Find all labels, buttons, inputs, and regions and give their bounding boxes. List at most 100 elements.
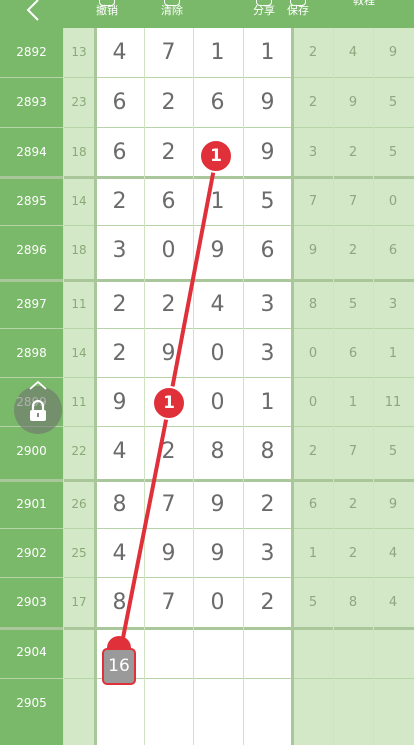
stat-cell	[373, 679, 413, 728]
stat-cell: 6	[308, 497, 318, 512]
trend-grid: 2892 13 4 7 1 1 2 4 9 2893 23 6 2 6 9 2 9 5 2894 18 6 2 9 3 2 5 28…	[0, 28, 414, 745]
undo-button[interactable]: 撤销	[77, 0, 137, 28]
digit-cell[interactable]: 8	[243, 427, 292, 476]
period-number: 2897	[16, 297, 47, 311]
column-divider	[243, 28, 244, 745]
digit-cell[interactable]: 4	[193, 280, 242, 329]
digit-cell[interactable]	[144, 628, 193, 677]
digit-cell[interactable]: 2	[144, 128, 193, 177]
digit-cell[interactable]: 1	[193, 177, 242, 226]
digit-cell[interactable]: 0	[193, 378, 242, 427]
digit-cell[interactable]: 1	[193, 28, 242, 77]
digit-cell[interactable]: 2	[243, 480, 292, 529]
digit-cell[interactable]	[95, 679, 144, 728]
digit-cell[interactable]: 3	[243, 329, 292, 378]
digit-cell[interactable]: 6	[144, 177, 193, 226]
stat-cell: 2	[348, 145, 358, 160]
digit-cell[interactable]: 6	[243, 226, 292, 275]
tutorial-button[interactable]: 教程	[334, 0, 394, 28]
digit-cell[interactable]: 3	[243, 280, 292, 329]
period-number: 2904	[16, 645, 47, 659]
digit-cell[interactable]	[193, 628, 242, 677]
digit-cell[interactable]: 2	[95, 177, 144, 226]
clear-label: 清除	[161, 4, 183, 17]
period-number: 2895	[16, 194, 47, 208]
digit-cell[interactable]: 1	[243, 28, 292, 77]
digit-cell[interactable]: 9	[95, 378, 144, 427]
period-number: 2894	[16, 145, 47, 159]
marker-badge-top[interactable]: 1	[199, 139, 233, 173]
period-number: 2900	[16, 444, 47, 458]
digit-cell[interactable]: 2	[243, 578, 292, 627]
digit-cell[interactable]: 3	[243, 529, 292, 578]
digit-cell[interactable]	[144, 679, 193, 728]
digit-cell[interactable]: 6	[95, 78, 144, 127]
stat-cell: 1	[348, 395, 358, 410]
stat-cell: 5	[388, 95, 398, 110]
sum-value: 11	[71, 395, 87, 409]
column-divider	[144, 28, 145, 745]
digit-cell[interactable]: 3	[95, 226, 144, 275]
digit-cell[interactable]: 9	[243, 128, 292, 177]
digit-cell[interactable]: 8	[193, 427, 242, 476]
digit-cell[interactable]: 0	[193, 329, 242, 378]
period-number: 2902	[16, 546, 47, 560]
column-divider	[373, 28, 374, 745]
stat-cell: 0	[308, 395, 318, 410]
lock-icon	[30, 400, 46, 421]
clear-button[interactable]: 清除	[142, 0, 202, 28]
digit-cell[interactable]: 0	[144, 226, 193, 275]
save-button[interactable]: 保存	[268, 0, 328, 28]
sum-value: 18	[71, 145, 87, 159]
stat-cell: 9	[388, 497, 398, 512]
lock-button[interactable]	[14, 380, 62, 434]
sum-value: 17	[71, 595, 87, 609]
section-divider	[94, 28, 97, 745]
period-number: 2893	[16, 95, 47, 109]
digit-cell[interactable]: 8	[95, 480, 144, 529]
pick-value-box[interactable]: 16	[102, 648, 136, 685]
digit-cell[interactable]: 8	[95, 578, 144, 627]
digit-cell[interactable]: 0	[193, 578, 242, 627]
digit-cell[interactable]	[193, 679, 242, 728]
back-icon[interactable]	[20, 0, 48, 24]
digit-cell[interactable]: 9	[193, 226, 242, 275]
stat-cell: 5	[308, 595, 318, 610]
digit-cell[interactable]: 9	[193, 480, 242, 529]
digit-cell[interactable]	[243, 628, 292, 677]
digit-cell[interactable]: 1	[243, 378, 292, 427]
stat-cell: 9	[308, 243, 318, 258]
digit-cell[interactable]: 6	[95, 128, 144, 177]
digit-cell[interactable]: 9	[144, 529, 193, 578]
digit-cell[interactable]: 4	[95, 529, 144, 578]
digit-cell[interactable]: 2	[144, 427, 193, 476]
digit-cell[interactable]: 5	[243, 177, 292, 226]
digit-cell[interactable]: 4	[95, 28, 144, 77]
digit-cell[interactable]	[243, 679, 292, 728]
stat-cell: 9	[388, 45, 398, 60]
digit-cell[interactable]: 7	[144, 578, 193, 627]
digit-cell[interactable]: 9	[193, 529, 242, 578]
stat-cell: 2	[308, 95, 318, 110]
period-number: 2901	[16, 497, 47, 511]
stat-cell: 8	[348, 595, 358, 610]
digit-cell[interactable]: 9	[243, 78, 292, 127]
stat-cell: 7	[308, 194, 318, 209]
digit-cell[interactable]: 7	[144, 28, 193, 77]
stat-cell: 2	[308, 45, 318, 60]
digit-cell[interactable]: 2	[95, 329, 144, 378]
stat-cell	[293, 628, 333, 677]
chevron-up-icon	[29, 380, 47, 390]
digit-cell[interactable]: 9	[144, 329, 193, 378]
stat-cell	[333, 679, 373, 728]
digit-cell[interactable]: 2	[95, 280, 144, 329]
digit-cell[interactable]: 2	[144, 280, 193, 329]
digit-cell[interactable]: 2	[144, 78, 193, 127]
stat-cell: 4	[388, 546, 398, 561]
top-toolbar: 撤销 清除 分享 保存 教程	[0, 0, 414, 28]
stat-cell: 6	[348, 346, 358, 361]
digit-cell[interactable]: 7	[144, 480, 193, 529]
digit-cell[interactable]: 6	[193, 78, 242, 127]
digit-cell[interactable]: 4	[95, 427, 144, 476]
marker-badge-middle[interactable]: 1	[152, 386, 186, 420]
